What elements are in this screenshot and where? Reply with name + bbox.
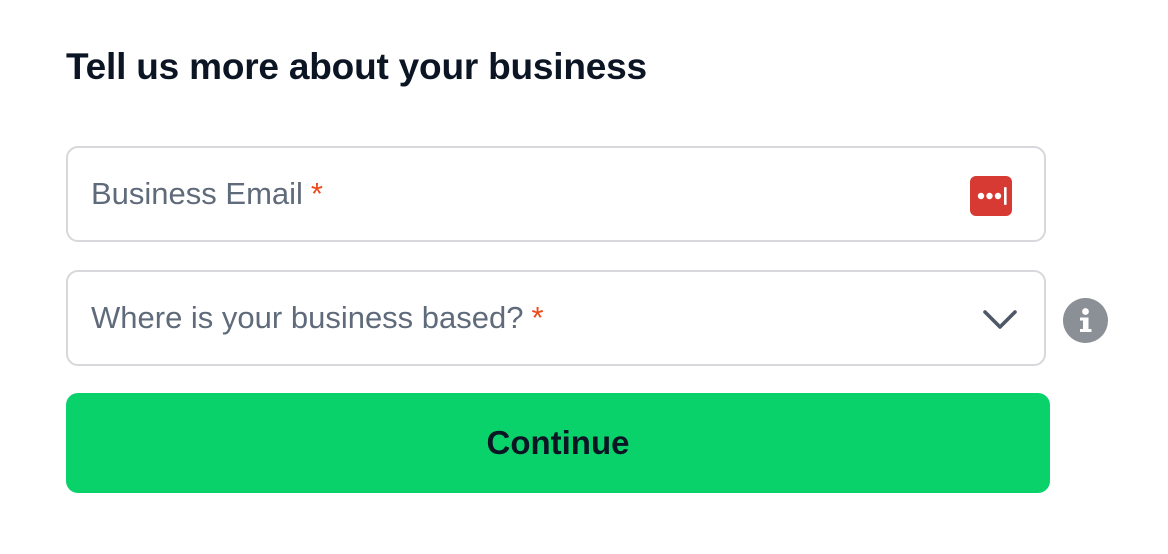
required-marker: *	[310, 176, 323, 211]
business-email-label: Business Email *	[91, 176, 323, 212]
business-location-label: Where is your business based? *	[91, 300, 544, 336]
password-manager-icon-graphic	[977, 187, 1007, 205]
info-icon[interactable]	[1063, 298, 1108, 343]
password-manager-icon[interactable]	[970, 176, 1012, 216]
business-email-label-text: Business Email	[91, 176, 303, 211]
business-location-label-text: Where is your business based?	[91, 300, 524, 335]
business-details-form: Tell us more about your business Busines…	[0, 0, 1168, 554]
business-email-field[interactable]: Business Email *	[66, 146, 1046, 242]
page-title: Tell us more about your business	[66, 46, 647, 87]
continue-button[interactable]: Continue	[66, 393, 1050, 493]
info-icon-graphic	[1080, 308, 1092, 332]
chevron-down-icon	[982, 305, 1018, 333]
required-marker: *	[531, 300, 544, 335]
chevron-down-icon-graphic	[983, 310, 1017, 329]
business-location-select[interactable]: Where is your business based? *	[66, 270, 1046, 366]
